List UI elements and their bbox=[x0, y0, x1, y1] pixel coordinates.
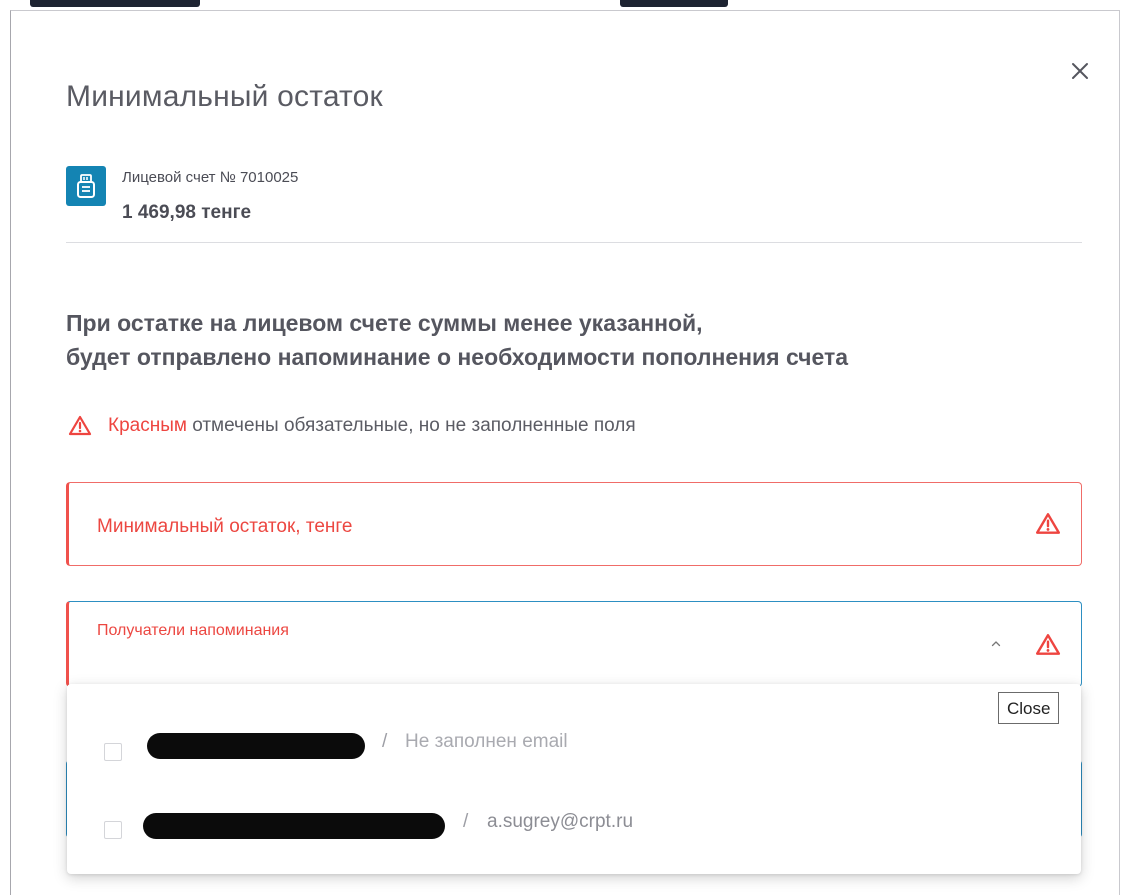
recipient-option[interactable]: / Не заполнен email bbox=[67, 714, 1081, 774]
account-number: Лицевой счет № 7010025 bbox=[122, 169, 299, 186]
recipients-label: Получатели напоминания bbox=[97, 622, 289, 639]
description-line-1: При остатке на лицевом счете суммы менее… bbox=[66, 310, 703, 336]
warning-icon bbox=[1035, 634, 1061, 655]
recipient-email: Не заполнен email bbox=[405, 731, 568, 752]
description-line-2: будет отправлено напоминание о необходим… bbox=[66, 344, 849, 370]
account-balance: 1 469,98 тенге bbox=[122, 202, 252, 223]
description: При остатке на лицевом счете суммы менее… bbox=[66, 306, 848, 374]
required-fields-note: Красным отмечены обязательные, но не зап… bbox=[66, 414, 636, 438]
redacted-name bbox=[143, 813, 445, 839]
min-balance-field[interactable]: Минимальный остаток, тенге bbox=[66, 482, 1082, 566]
recipients-dropdown: / Не заполнен email / a.sugrey@crpt.ru bbox=[67, 684, 1081, 874]
separator: / bbox=[382, 731, 388, 752]
separator: / bbox=[463, 811, 469, 832]
background-text-fragment bbox=[30, 0, 200, 7]
recipient-option[interactable]: / a.sugrey@crpt.ru bbox=[67, 794, 1081, 854]
divider bbox=[66, 242, 1082, 243]
warning-icon bbox=[1035, 513, 1061, 534]
close-tooltip: Close bbox=[998, 692, 1060, 724]
dialog-title: Минимальный остаток bbox=[66, 80, 383, 113]
required-note-text: отмечены обязательные, но не заполненные… bbox=[192, 415, 636, 436]
recipient-checkbox[interactable] bbox=[104, 821, 122, 839]
recipient-email: a.sugrey@crpt.ru bbox=[487, 811, 634, 832]
warning-icon bbox=[68, 415, 92, 436]
redacted-name bbox=[147, 733, 365, 759]
min-balance-label: Минимальный остаток, тенге bbox=[97, 516, 353, 537]
chevron-up-icon[interactable] bbox=[989, 637, 1003, 651]
close-icon[interactable] bbox=[1066, 57, 1094, 85]
cash-register-icon bbox=[66, 166, 106, 206]
recipient-checkbox[interactable] bbox=[104, 743, 122, 761]
required-note-highlight: Красным bbox=[108, 415, 187, 436]
recipients-select[interactable]: Получатели напоминания bbox=[66, 601, 1082, 687]
background-text-fragment bbox=[620, 0, 728, 7]
